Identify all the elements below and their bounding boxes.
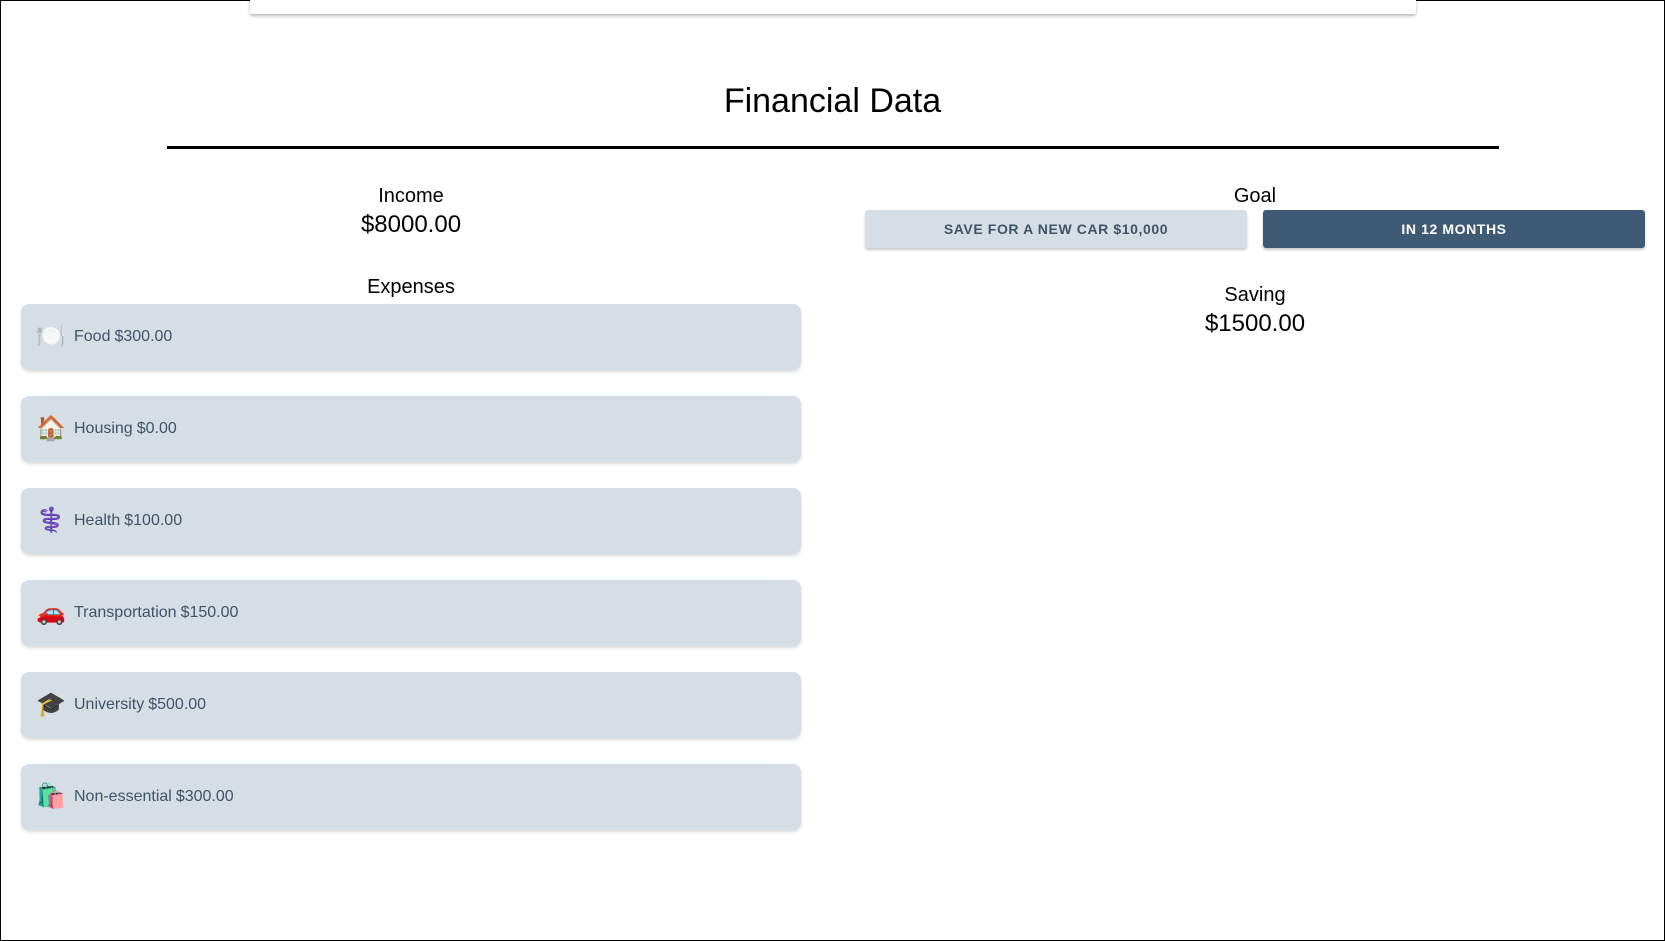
saving-block: Saving $1500.00	[865, 281, 1645, 339]
saving-value: $1500.00	[1204, 310, 1306, 337]
medical-icon: ⚕️	[36, 507, 66, 534]
saving-label: Saving	[1224, 284, 1286, 306]
expense-item-transportation[interactable]: 🚗 Transportation $150.00	[21, 580, 801, 646]
expense-item-non-essential[interactable]: 🛍️ Non-essential $300.00	[21, 764, 801, 830]
goal-buttons: Save for a new car $10,000 In 12 months	[865, 210, 1645, 248]
shopping-bags-icon: 🛍️	[36, 783, 66, 810]
expense-text: University $500.00	[74, 696, 206, 714]
car-icon: 🚗	[36, 599, 66, 626]
expense-amount: $150.00	[180, 604, 239, 621]
plate-icon: 🍽️	[36, 323, 66, 350]
income-value: $8000.00	[360, 211, 462, 238]
timeframe-button[interactable]: In 12 months	[1263, 210, 1645, 248]
expenses-label: Expenses	[367, 276, 455, 298]
expense-list: 🍽️ Food $300.00 🏠 Housing $0.00 ⚕️ Healt…	[21, 304, 801, 830]
expense-name: University	[74, 696, 145, 713]
expense-name: Housing	[74, 420, 133, 437]
house-icon: 🏠	[36, 415, 66, 442]
expense-amount: $300.00	[175, 788, 234, 805]
expense-item-university[interactable]: 🎓 University $500.00	[21, 672, 801, 738]
expense-text: Food $300.00	[74, 328, 172, 346]
expense-text: Housing $0.00	[74, 420, 177, 438]
expense-name: Health	[74, 512, 121, 529]
expense-name: Transportation	[74, 604, 177, 621]
expense-amount: $300.00	[114, 328, 173, 345]
expense-amount: $500.00	[148, 696, 207, 713]
top-card	[250, 0, 1416, 14]
expense-item-health[interactable]: ⚕️ Health $100.00	[21, 488, 801, 554]
expense-name: Food	[74, 328, 111, 345]
expense-item-food[interactable]: 🍽️ Food $300.00	[21, 304, 801, 370]
goal-label: Goal	[1233, 185, 1277, 207]
expense-text: Health $100.00	[74, 512, 182, 530]
goal-button[interactable]: Save for a new car $10,000	[865, 210, 1247, 248]
expense-item-housing[interactable]: 🏠 Housing $0.00	[21, 396, 801, 462]
expense-amount: $100.00	[124, 512, 183, 529]
title-divider	[167, 146, 1499, 149]
expense-amount: $0.00	[136, 420, 177, 437]
income-expenses-column: Income $8000.00 Expenses 🍽️ Food $300.00…	[21, 182, 801, 856]
expense-name: Non-essential	[74, 788, 172, 805]
expense-text: Transportation $150.00	[74, 604, 238, 622]
income-label: Income	[378, 185, 444, 207]
page-title: Financial Data	[723, 82, 942, 120]
goal-saving-column: Goal Save for a new car $10,000 In 12 mo…	[865, 182, 1645, 339]
graduation-cap-icon: 🎓	[36, 691, 66, 718]
expense-text: Non-essential $300.00	[74, 788, 234, 806]
